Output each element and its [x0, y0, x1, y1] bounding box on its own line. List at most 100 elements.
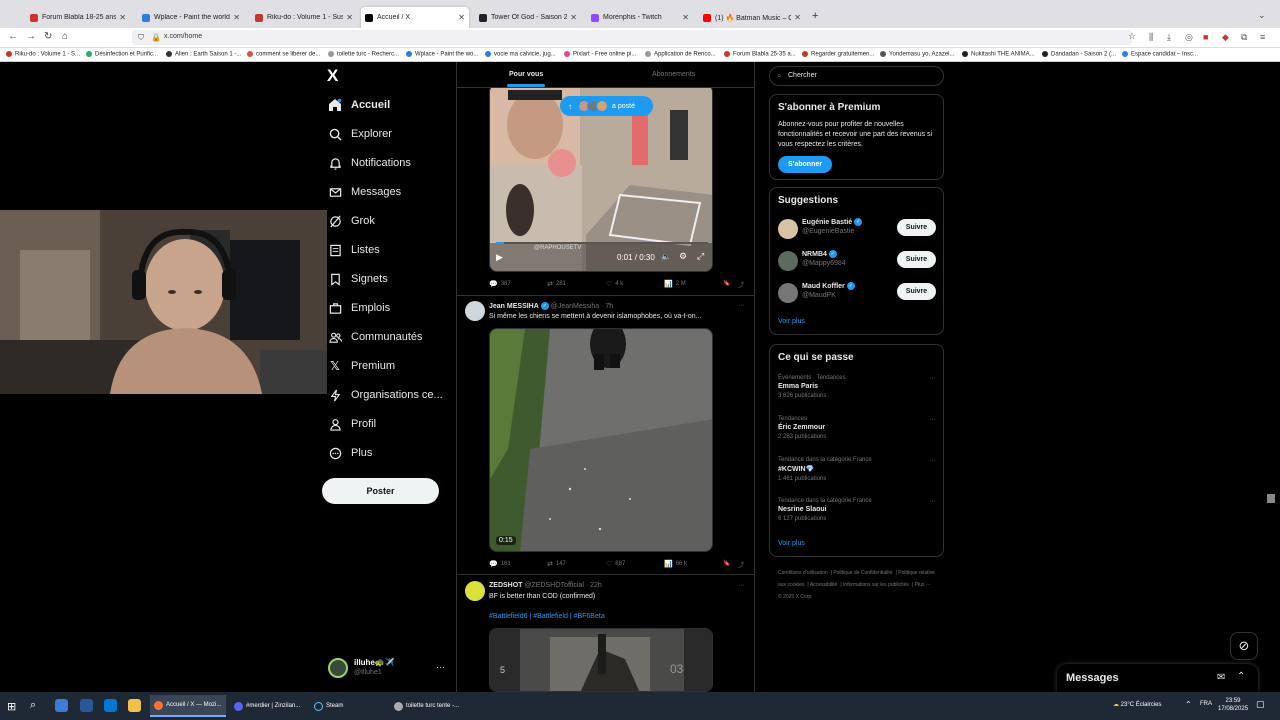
- taskbar-app[interactable]: toilette turc tente -...: [390, 695, 466, 717]
- like-button[interactable]: ♡ 887: [606, 560, 625, 568]
- language-indicator[interactable]: FRA: [1200, 701, 1212, 707]
- bookmark-icon[interactable]: 🔖: [723, 280, 730, 287]
- more-icon[interactable]: ···: [436, 662, 445, 672]
- suggestion-item[interactable]: Eugénie Bastié ✓ @EugenieBastie Suivre: [778, 216, 938, 242]
- library-icon[interactable]: ⫼: [1149, 32, 1153, 43]
- close-icon[interactable]: ✕: [682, 13, 689, 22]
- taskbar-app[interactable]: Accueil / X — Mozi...: [150, 695, 226, 717]
- chevron-up-icon[interactable]: ⌃: [1185, 700, 1192, 709]
- like-button[interactable]: ♡ 4 k: [606, 280, 623, 288]
- more-icon[interactable]: ···: [929, 375, 936, 382]
- bookmark-item[interactable]: Nukitashi THE ANIMA...: [962, 51, 1038, 58]
- account-icon[interactable]: ◎: [1185, 32, 1193, 43]
- bookmark-item[interactable]: Riku-do : Volume 1 - S...: [6, 51, 82, 58]
- more-icon[interactable]: ···: [929, 416, 936, 423]
- tab-pour-vous[interactable]: Pour vous: [509, 71, 543, 78]
- fullscreen-icon[interactable]: ⤢: [697, 251, 704, 262]
- bookmark-item[interactable]: Alien : Earth Saison 1 -...: [166, 51, 244, 58]
- follow-button[interactable]: Suivre: [897, 219, 936, 236]
- reload-icon[interactable]: ↻: [44, 31, 52, 42]
- notification-icon[interactable]: ▢: [1256, 699, 1265, 710]
- video-player[interactable]: 5 03: [489, 628, 713, 692]
- lock-icon[interactable]: 🔒: [151, 33, 161, 42]
- account-switcher[interactable]: illuhe🐢✈️ @Illuhe1 ···: [328, 655, 446, 683]
- menu-icon[interactable]: ≡: [1260, 32, 1265, 42]
- browser-tab[interactable]: Morenphis - Twitch ✕: [587, 9, 693, 26]
- sidebar-item-organisations[interactable]: Organisations ce...: [327, 384, 443, 406]
- bookmark-item[interactable]: Application de Renco...: [645, 51, 721, 58]
- subscribe-button[interactable]: S'abonner: [778, 156, 832, 173]
- trend-item[interactable]: Tendances Éric Zemmour 2 283 publication…: [778, 416, 938, 454]
- task-view-icon[interactable]: [55, 699, 68, 712]
- footer-link[interactable]: Conditions d'utilisation: [778, 570, 828, 576]
- extensions-icon[interactable]: ⧉: [1241, 32, 1247, 43]
- grok-icon[interactable]: ⊘: [1230, 632, 1258, 660]
- sidebar-item-notifications[interactable]: Notifications: [327, 152, 411, 174]
- browser-tab[interactable]: (1) 🔥 Batman Music – Cinemat✕: [699, 9, 805, 26]
- reply-button[interactable]: 💬 161: [489, 560, 511, 568]
- outlook-icon[interactable]: [104, 699, 117, 712]
- messages-drawer[interactable]: Messages ✉ ⌃: [1057, 664, 1258, 692]
- forward-icon[interactable]: →: [26, 31, 36, 42]
- close-icon[interactable]: ✕: [233, 13, 240, 22]
- windows-start-icon[interactable]: ⊞: [7, 700, 16, 713]
- new-tab-icon[interactable]: +: [812, 10, 818, 22]
- file-explorer-icon[interactable]: [128, 699, 141, 712]
- sidebar-item-emplois[interactable]: Emplois: [327, 297, 390, 319]
- reply-button[interactable]: 💬 387: [489, 280, 511, 288]
- weather-widget[interactable]: ☁ 23°C Éclaircies: [1113, 701, 1161, 708]
- share-icon[interactable]: ⤴: [738, 560, 744, 569]
- video-player[interactable]: 0:15: [489, 328, 713, 552]
- extension-icon[interactable]: ■: [1203, 32, 1208, 42]
- suggestion-item[interactable]: NRMB4 ✓ @Mappy6984 Suivre: [778, 248, 938, 274]
- footer-link[interactable]: Informations sur les publicités: [843, 582, 909, 588]
- bookmark-item[interactable]: Espace candidat – Insc...: [1122, 51, 1202, 58]
- views-button[interactable]: 📊 66 k: [664, 560, 687, 568]
- bookmark-item[interactable]: Regarder gratuitemen...: [802, 51, 876, 58]
- sidebar-item-plus[interactable]: Plus: [327, 442, 372, 464]
- browser-tab[interactable]: Wplace - Paint the world ✕: [138, 9, 244, 26]
- bookmark-item[interactable]: toilette turc - Recherc...: [328, 51, 404, 58]
- sidebar-item-premium[interactable]: 𝕏 Premium: [327, 355, 395, 377]
- trend-item[interactable]: Évènements · Tendances Emma Paris 3 826 …: [778, 375, 938, 413]
- bookmark-item[interactable]: Dandadan - Saison 2 (...: [1042, 51, 1118, 58]
- taskbar-app[interactable]: #merdier | Zinzilan...: [230, 695, 306, 717]
- tab-abonnements[interactable]: Abonnements: [652, 71, 695, 78]
- url-field[interactable]: [132, 30, 1132, 45]
- url-text[interactable]: x.com/home: [164, 33, 202, 40]
- more-icon[interactable]: ···: [929, 498, 936, 505]
- download-icon[interactable]: ⤓: [1167, 32, 1171, 43]
- home-icon[interactable]: ⌂: [62, 31, 68, 42]
- bookmark-item[interactable]: Désinfection et Purific...: [86, 51, 161, 58]
- share-icon[interactable]: ⤴: [738, 280, 744, 289]
- sidebar-item-communautes[interactable]: Communautés: [327, 326, 423, 348]
- expand-icon[interactable]: ⌃: [1237, 671, 1245, 682]
- more-icon[interactable]: ···: [738, 302, 745, 309]
- close-icon[interactable]: ✕: [346, 13, 353, 22]
- post-author[interactable]: Jean MESSIHA ✓ @JeanMessiha · 7h: [489, 302, 613, 310]
- bookmark-item[interactable]: Forum Blabla 25-35 a...: [724, 51, 798, 58]
- new-posts-pill[interactable]: ↑ a posté: [560, 96, 653, 116]
- bookmark-item[interactable]: comment se liberer de...: [247, 51, 325, 58]
- bookmark-item[interactable]: Wplace - Paint the wo...: [406, 51, 482, 58]
- follow-button[interactable]: Suivre: [897, 251, 936, 268]
- sidebar-item-messages[interactable]: Messages: [327, 181, 401, 203]
- repost-button[interactable]: ⇄ 281: [547, 280, 566, 288]
- browser-tab[interactable]: Tower Of God - Saison 2 | Anime✕: [475, 9, 581, 26]
- follow-button[interactable]: Suivre: [897, 283, 936, 300]
- footer-link[interactable]: Politique de Confidentialité: [833, 570, 892, 576]
- sidebar-item-grok[interactable]: Grok: [327, 210, 375, 232]
- post-button[interactable]: Poster: [322, 478, 439, 504]
- bookmark-item[interactable]: vocie ma calvicie, jug...: [485, 51, 561, 58]
- close-icon[interactable]: ✕: [119, 13, 126, 22]
- suggestion-item[interactable]: Maud Koffler ✓ @MaudPK Suivre: [778, 280, 938, 306]
- sidebar-item-accueil[interactable]: Accueil: [327, 94, 390, 116]
- post-author[interactable]: ZEDSHOT @ZEDSHOTofficial · 22h: [489, 582, 602, 589]
- tab-list-icon[interactable]: ⌄: [1258, 10, 1266, 21]
- close-icon[interactable]: ✕: [570, 13, 577, 22]
- shield-icon[interactable]: ⛉: [138, 33, 144, 43]
- footer-link[interactable]: Plus ···: [915, 582, 931, 588]
- sidebar-item-explorer[interactable]: Explorer: [327, 123, 392, 145]
- see-more-link[interactable]: Voir plus: [778, 540, 805, 547]
- scrollbar-thumb[interactable]: [1267, 494, 1275, 503]
